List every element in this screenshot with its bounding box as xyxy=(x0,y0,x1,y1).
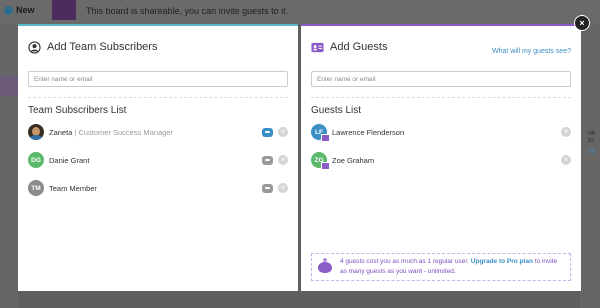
subscribers-header: Add Team Subscribers xyxy=(28,38,288,56)
new-button[interactable]: New xyxy=(4,5,35,15)
remove-icon[interactable]: × xyxy=(561,155,571,165)
remove-icon[interactable]: × xyxy=(278,183,288,193)
subscriber-search-input[interactable] xyxy=(28,71,288,87)
list-item: TM Team Member × xyxy=(28,179,288,197)
member-name: Danie Grant xyxy=(49,155,90,165)
background-sidebar xyxy=(0,24,18,308)
row-actions: × xyxy=(262,183,288,193)
remove-icon[interactable]: × xyxy=(278,155,288,165)
admin-toggle-icon[interactable] xyxy=(262,155,273,165)
subscribers-list-title: Team Subscribers List xyxy=(28,105,127,116)
guests-list: LF Lawrence Flenderson × ZG Zoe Graham × xyxy=(311,123,571,170)
avatar: ZG xyxy=(311,152,330,170)
guest-card-icon xyxy=(311,42,324,52)
divider xyxy=(28,97,288,98)
list-item: LF Lawrence Flenderson × xyxy=(311,123,571,142)
avatar: TM xyxy=(28,180,44,196)
new-button-label: New xyxy=(16,5,35,15)
member-name: Zoe Graham xyxy=(332,155,375,165)
guests-panel: Add Guests What will my guests see? Gues… xyxy=(301,24,581,291)
guest-badge-icon xyxy=(321,134,330,142)
remove-icon[interactable]: × xyxy=(278,127,288,137)
list-item: Zaneta | Customer Success Manager × xyxy=(28,123,288,141)
remove-icon[interactable]: × xyxy=(561,127,571,137)
subscribers-panel: Add Team Subscribers Team Subscribers Li… xyxy=(18,24,298,291)
guests-header: Add Guests What will my guests see? xyxy=(311,38,571,56)
guest-search-input[interactable] xyxy=(311,71,571,87)
guest-badge-icon xyxy=(321,162,330,170)
row-actions: × xyxy=(561,155,571,165)
background-right-link: ce xyxy=(588,148,596,155)
promo-message: 4 guests cost you as much as 1 regular u… xyxy=(340,258,469,265)
subscribers-list: Zaneta | Customer Success Manager × DG D… xyxy=(28,123,288,197)
divider xyxy=(311,97,571,98)
avatar xyxy=(28,124,44,140)
guests-title: Add Guests xyxy=(330,41,388,53)
list-item: DG Danie Grant × xyxy=(28,151,288,169)
row-actions: × xyxy=(262,155,288,165)
upgrade-promo: 4 guests cost you as much as 1 regular u… xyxy=(311,253,571,281)
board-share-icon[interactable] xyxy=(52,0,76,20)
background-right-panel xyxy=(580,24,600,308)
guests-info-link[interactable]: What will my guests see? xyxy=(492,48,571,55)
guests-list-title: Guests List xyxy=(311,105,362,116)
avatar: LF xyxy=(311,124,330,142)
user-circle-icon xyxy=(28,40,41,54)
promo-text: 4 guests cost you as much as 1 regular u… xyxy=(340,257,564,277)
member-name: Lawrence Flenderson xyxy=(332,127,405,137)
member-name: Team Member xyxy=(49,183,97,193)
row-actions: × xyxy=(262,127,288,137)
member-name: Zaneta xyxy=(49,127,73,137)
background-right-text: nk to xyxy=(588,130,596,144)
share-banner: This board is shareable, you can invite … xyxy=(86,6,289,16)
avatar: DG xyxy=(28,152,44,168)
member-role: | Customer Success Manager xyxy=(74,127,174,137)
list-item: ZG Zoe Graham × xyxy=(311,151,571,170)
row-actions: × xyxy=(561,127,571,137)
admin-toggle-icon[interactable] xyxy=(262,183,273,193)
admin-toggle-icon[interactable] xyxy=(262,127,273,137)
upgrade-link[interactable]: Upgrade to Pro plan xyxy=(471,258,533,265)
piggy-bank-icon xyxy=(318,257,332,273)
subscribers-title: Add Team Subscribers xyxy=(47,41,158,53)
close-button[interactable]: × xyxy=(574,15,590,31)
background-sidebar-selected xyxy=(0,76,18,96)
plus-icon xyxy=(4,5,13,15)
